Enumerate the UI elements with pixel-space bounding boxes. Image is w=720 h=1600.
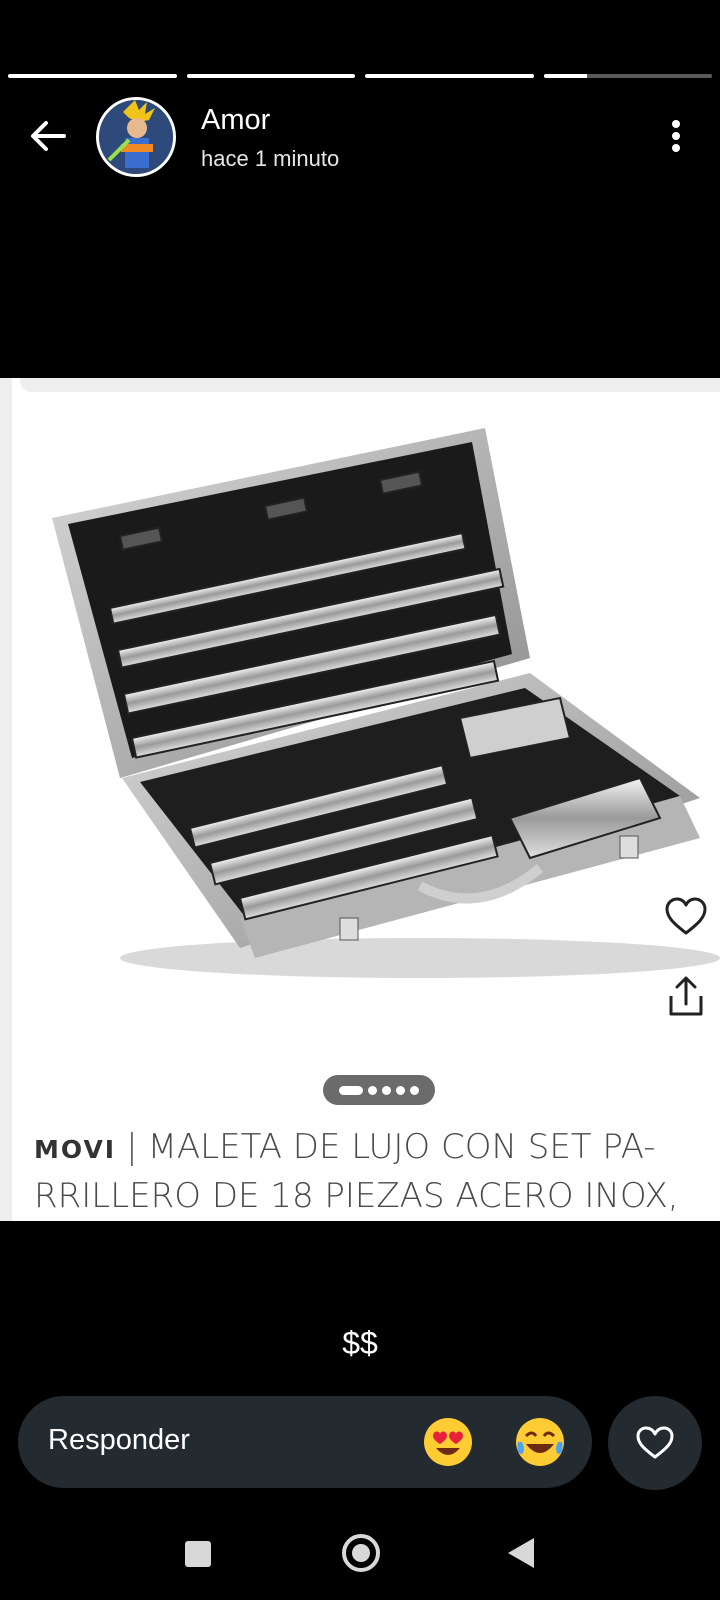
product-title: MOVI | MALETA DE LUJO CON SET PA- RRILLERO… bbox=[34, 1124, 694, 1220]
back-button[interactable] bbox=[26, 114, 70, 158]
like-story-button[interactable] bbox=[608, 1396, 702, 1490]
home-button[interactable] bbox=[340, 1532, 382, 1579]
title-line-2: RRILLERO DE 18 PIEZAS ACERO INOX, bbox=[34, 1176, 679, 1216]
username[interactable]: Amor bbox=[201, 104, 270, 137]
title-separator: | bbox=[126, 1127, 138, 1167]
product-image bbox=[52, 428, 720, 978]
carousel-dot bbox=[382, 1085, 391, 1095]
heart-eyes-emoji[interactable] bbox=[422, 1416, 474, 1468]
more-vertical-icon bbox=[672, 120, 680, 152]
story-progress bbox=[8, 74, 712, 78]
carousel-indicator bbox=[323, 1075, 435, 1105]
tears-of-joy-emoji[interactable] bbox=[514, 1416, 566, 1468]
save-button[interactable] bbox=[663, 894, 709, 940]
heart-outline-icon bbox=[636, 1426, 674, 1459]
brand-name: MOVI bbox=[34, 1135, 117, 1164]
carousel-dot bbox=[339, 1085, 363, 1095]
card-top-edge bbox=[20, 378, 720, 392]
avatar-image bbox=[99, 100, 173, 174]
progress-segment-4 bbox=[543, 74, 712, 78]
carousel-dot bbox=[396, 1085, 405, 1095]
shared-post-card[interactable]: MOVI | MALETA DE LUJO CON SET PA- RRILLERO… bbox=[0, 378, 720, 1221]
recent-apps-icon bbox=[185, 1541, 211, 1567]
arrow-left-icon bbox=[31, 121, 66, 151]
progress-segment-3 bbox=[365, 74, 534, 78]
reply-input[interactable]: Responder bbox=[18, 1396, 592, 1488]
avatar[interactable] bbox=[96, 97, 176, 177]
nav-back-button[interactable] bbox=[506, 1536, 536, 1575]
home-icon bbox=[342, 1534, 380, 1572]
progress-segment-2 bbox=[186, 74, 355, 78]
back-triangle-icon bbox=[508, 1538, 534, 1568]
progress-segment-1 bbox=[8, 74, 177, 78]
story-caption: $$ bbox=[342, 1325, 378, 1361]
recent-apps-button[interactable] bbox=[183, 1539, 213, 1574]
more-options-button[interactable] bbox=[662, 118, 690, 158]
card-edge bbox=[0, 378, 12, 1221]
carousel-dot bbox=[410, 1085, 419, 1095]
share-button[interactable] bbox=[663, 974, 709, 1020]
carousel-dot bbox=[368, 1085, 377, 1095]
share-icon bbox=[669, 976, 703, 1016]
title-line-1: MALETA DE LUJO CON SET PA- bbox=[147, 1127, 656, 1167]
heart-outline-icon bbox=[665, 897, 707, 935]
timestamp: hace 1 minuto bbox=[201, 146, 340, 171]
reply-placeholder: Responder bbox=[48, 1424, 190, 1456]
